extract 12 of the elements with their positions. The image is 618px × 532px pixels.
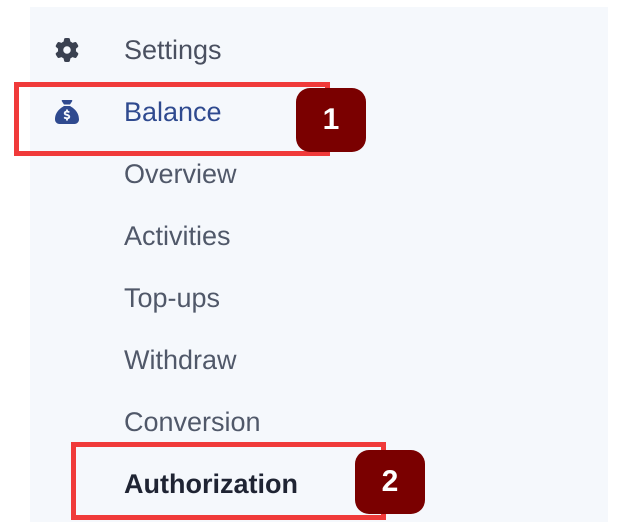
gear-icon: [55, 38, 79, 62]
sidebar-item[interactable]: Top-ups: [124, 282, 220, 314]
sidebar-item[interactable]: Balance: [124, 96, 222, 128]
sidebar-item[interactable]: Settings: [124, 34, 222, 66]
sidebar-item[interactable]: Overview: [124, 158, 237, 190]
sidebar-item[interactable]: Authorization: [124, 468, 298, 500]
callout-badge: 2: [355, 450, 425, 514]
sidebar-item[interactable]: Withdraw: [124, 344, 237, 376]
sidebar-item[interactable]: Activities: [124, 220, 231, 252]
sidebar-item[interactable]: Conversion: [124, 406, 261, 438]
money-bag-icon: [55, 100, 79, 124]
callout-badge: 1: [296, 88, 366, 152]
